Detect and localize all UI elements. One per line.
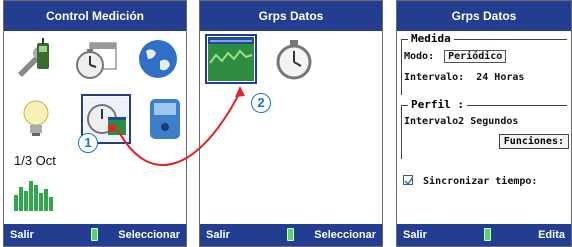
step-marker-1: 1 (78, 133, 98, 153)
step-marker-2: 2 (251, 93, 271, 113)
annotation-arrow (117, 86, 245, 167)
